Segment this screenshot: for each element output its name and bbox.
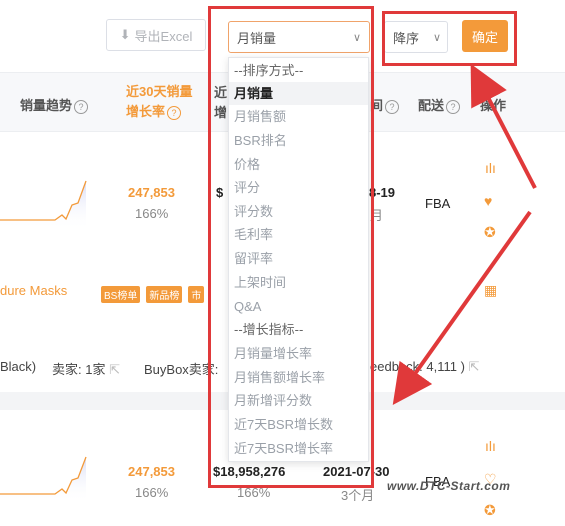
arrow-down (392, 210, 532, 406)
watermark: www.DTC-Start.com (387, 479, 511, 493)
arrow-up (470, 63, 537, 189)
annotation-arrows (392, 63, 537, 406)
